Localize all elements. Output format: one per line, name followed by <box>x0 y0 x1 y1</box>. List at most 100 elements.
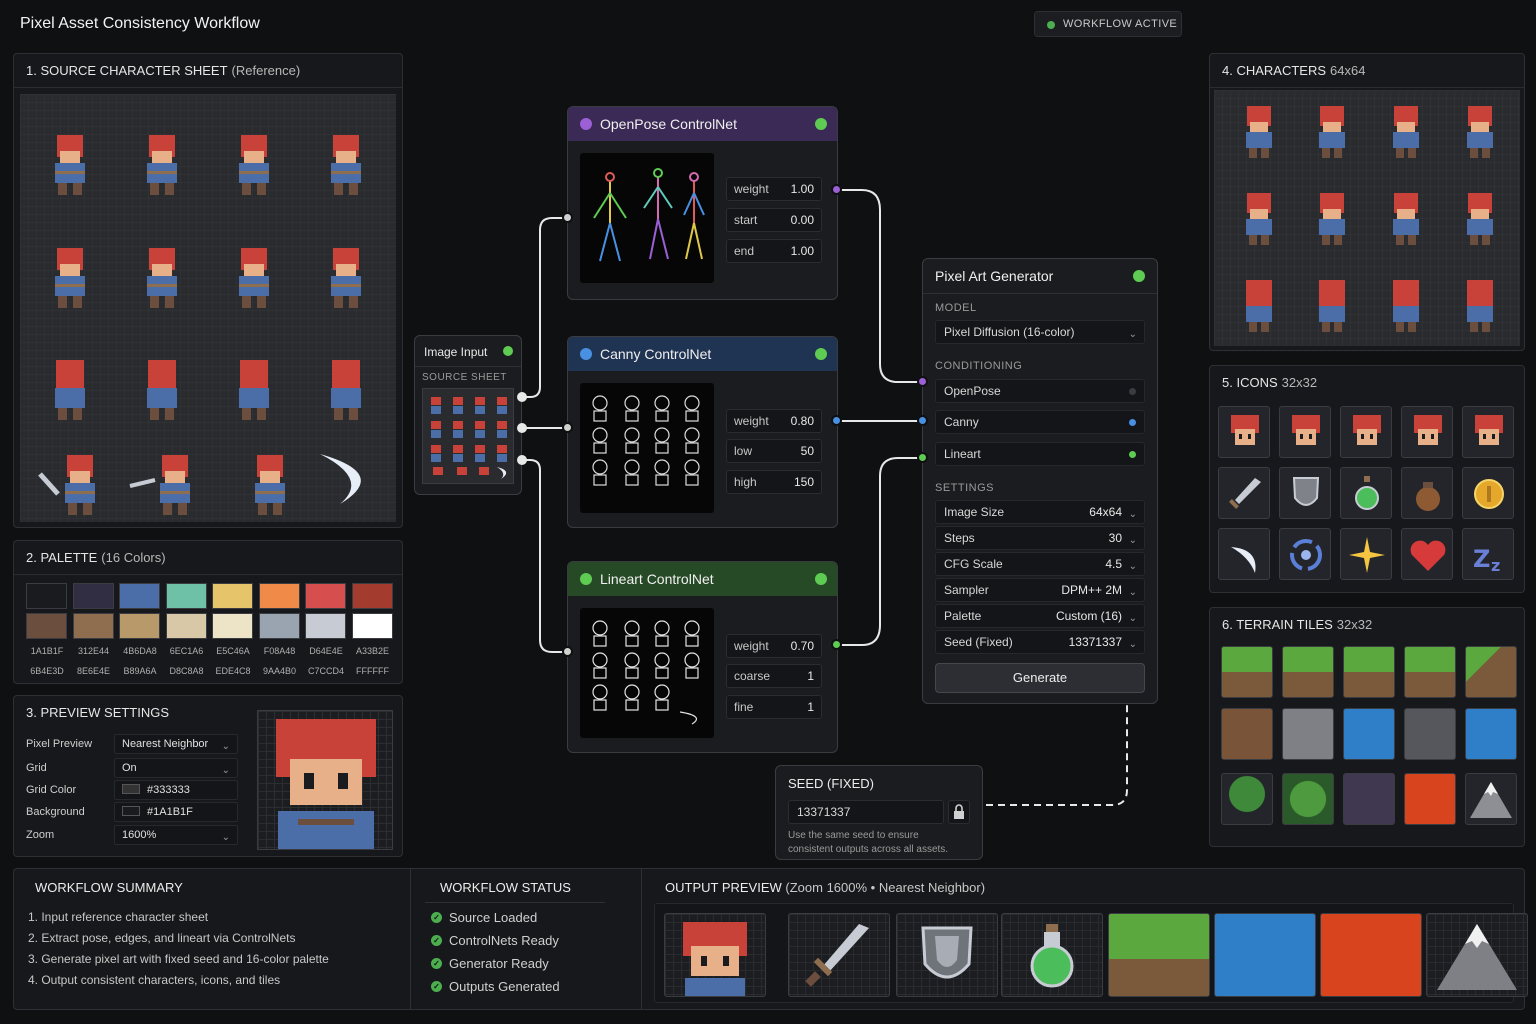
output-lava-tile[interactable] <box>1320 913 1422 997</box>
terrain-tile-mountain[interactable] <box>1465 773 1517 825</box>
terrain-tile-water[interactable] <box>1343 708 1395 760</box>
generator-canny-port[interactable] <box>917 415 928 426</box>
lineart-controlnet-node[interactable]: Lineart ControlNet weight 0.70 coarse 1 fi… <box>567 561 838 753</box>
output-shield[interactable] <box>896 913 998 997</box>
crescent-icon[interactable] <box>1218 528 1270 580</box>
source-sheet-thumbnail <box>422 388 514 484</box>
conditioning-canny[interactable]: Canny <box>935 410 1145 434</box>
seed-input[interactable]: 13371337 <box>788 800 944 824</box>
lock-glyph <box>954 804 964 819</box>
openpose-end-field[interactable]: end 1.00 <box>726 239 822 263</box>
image-size-select[interactable]: Image Size 64x64 ⌄ <box>935 500 1145 524</box>
openpose-controlnet-node[interactable]: OpenPose ControlNet weight 1.00 start 0.00… <box>567 106 838 300</box>
terrain-tile-grass[interactable] <box>1282 646 1334 698</box>
node-status-dot-icon <box>815 118 827 130</box>
shield-icon <box>921 926 973 979</box>
terrain-tile-water[interactable] <box>1465 708 1517 760</box>
lineart-weight-field[interactable]: weight 0.70 <box>726 634 822 658</box>
generate-button[interactable]: Generate <box>935 663 1145 693</box>
terrain-tile-grass-corner[interactable] <box>1465 646 1517 698</box>
setting-label: Image Size <box>944 505 1005 519</box>
conditioning-openpose[interactable]: OpenPose <box>935 379 1145 403</box>
openpose-start-field[interactable]: start 0.00 <box>726 208 822 232</box>
canny-high-field[interactable]: high 150 <box>726 470 822 494</box>
terrain-tile-bush[interactable] <box>1282 773 1334 825</box>
image-input-port[interactable] <box>517 455 527 465</box>
status-item: ControlNets Ready <box>449 933 559 948</box>
summary-title: WORKFLOW SUMMARY <box>35 880 183 895</box>
openpose-output-port[interactable] <box>831 184 842 195</box>
bag-icon[interactable] <box>1401 467 1453 519</box>
terrain-tile-grass[interactable] <box>1343 646 1395 698</box>
lineart-fine-field[interactable]: fine 1 <box>726 695 822 719</box>
param-label: weight <box>734 414 769 428</box>
swirl-icon[interactable] <box>1279 528 1331 580</box>
node-divider <box>923 293 1157 294</box>
cfg-scale-select[interactable]: CFG Scale 4.5 ⌄ <box>935 552 1145 576</box>
param-value: 1 <box>807 700 814 714</box>
setting-label: Seed (Fixed) <box>944 635 1013 649</box>
openpose-input-port[interactable] <box>562 212 573 223</box>
head-glyph <box>1231 415 1259 445</box>
conditioning-lineart[interactable]: Lineart <box>935 442 1145 466</box>
head-glyph <box>1414 415 1442 445</box>
generator-openpose-port[interactable] <box>917 376 928 387</box>
head-icon[interactable] <box>1279 406 1331 458</box>
sword-icon[interactable] <box>1218 467 1270 519</box>
output-sword[interactable] <box>788 913 890 997</box>
pixel-art-generator-node[interactable]: Pixel Art Generator MODEL Pixel Diffusio… <box>922 258 1158 704</box>
palette-select[interactable]: Palette Custom (16) ⌄ <box>935 604 1145 628</box>
canny-weight-field[interactable]: weight 0.80 <box>726 409 822 433</box>
head-icon[interactable] <box>1340 406 1392 458</box>
canny-controlnet-node[interactable]: Canny ControlNet weight 0.80 low 50 high 15… <box>567 336 838 528</box>
output-mountain-tile[interactable] <box>1426 913 1528 997</box>
steps-select[interactable]: Steps 30 ⌄ <box>935 526 1145 550</box>
sleep-icon[interactable]: Zz <box>1462 528 1514 580</box>
canny-low-field[interactable]: low 50 <box>726 439 822 463</box>
heart-icon[interactable] <box>1401 528 1453 580</box>
image-input-node[interactable]: Image Input SOURCE SHEET <box>414 335 522 495</box>
terrain-tile-cobblestone[interactable] <box>1404 708 1456 760</box>
model-select[interactable]: Pixel Diffusion (16-color) ⌄ <box>935 320 1145 344</box>
lineart-coarse-field[interactable]: coarse 1 <box>726 664 822 688</box>
sampler-select[interactable]: Sampler DPM++ 2M ⌄ <box>935 578 1145 602</box>
terrain-tile-grass[interactable] <box>1221 646 1273 698</box>
output-grass-tile[interactable] <box>1108 913 1210 997</box>
panel-title: 4. CHARACTERS <box>1222 63 1327 78</box>
sword-glyph <box>1229 478 1261 509</box>
head-icon[interactable] <box>1218 406 1270 458</box>
image-input-port[interactable] <box>517 392 527 402</box>
sparkle-icon[interactable] <box>1340 528 1392 580</box>
shield-glyph <box>1292 477 1320 506</box>
terrain-tile-grass[interactable] <box>1404 646 1456 698</box>
canny-input-port[interactable] <box>562 422 573 433</box>
generator-lineart-port[interactable] <box>917 452 928 463</box>
terrain-tile-dark-stone[interactable] <box>1343 773 1395 825</box>
output-potion[interactable] <box>1001 913 1103 997</box>
canny-output-port[interactable] <box>831 415 842 426</box>
terrain-tile-tree[interactable] <box>1221 773 1273 825</box>
conditioning-section-label: CONDITIONING <box>935 360 1023 372</box>
openpose-weight-field[interactable]: weight 1.00 <box>726 177 822 201</box>
node-header: Lineart ControlNet <box>568 562 837 596</box>
terrain-tile-stone[interactable] <box>1282 708 1334 760</box>
output-preview-header: OUTPUT PREVIEW (Zoom 1600% • Nearest Nei… <box>665 880 985 895</box>
check-icon: ✓ <box>431 935 442 946</box>
lock-icon[interactable] <box>948 800 970 824</box>
output-character[interactable] <box>664 913 766 997</box>
image-input-port[interactable] <box>517 423 527 433</box>
seed-select[interactable]: Seed (Fixed) 13371337 ⌄ <box>935 630 1145 654</box>
head-icon[interactable] <box>1401 406 1453 458</box>
terrain-panel: 6. TERRAIN TILES 32x32 <box>1209 607 1525 847</box>
lineart-output-port[interactable] <box>831 639 842 650</box>
head-icon[interactable] <box>1462 406 1514 458</box>
output-water-tile[interactable] <box>1214 913 1316 997</box>
status-title: WORKFLOW STATUS <box>440 880 571 895</box>
terrain-tile-lava[interactable] <box>1404 773 1456 825</box>
terrain-tile-dirt[interactable] <box>1221 708 1273 760</box>
coin-icon[interactable] <box>1462 467 1514 519</box>
potion-icon[interactable] <box>1340 467 1392 519</box>
lineart-input-port[interactable] <box>562 646 573 657</box>
shield-icon[interactable] <box>1279 467 1331 519</box>
swirl-glyph <box>1290 539 1322 571</box>
